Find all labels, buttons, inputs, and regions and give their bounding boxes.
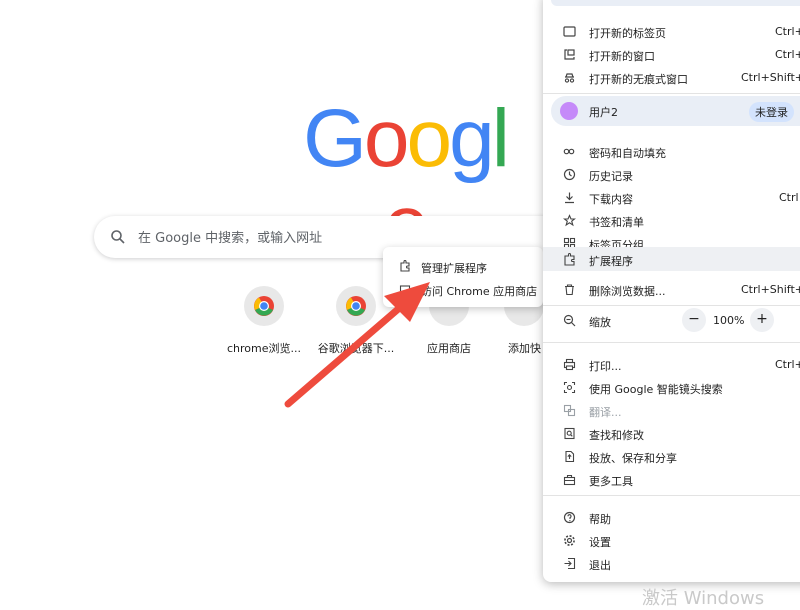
toolbox-icon	[563, 474, 576, 486]
shortcut-tile[interactable]: chrome浏览...	[219, 286, 309, 356]
menu-item-new-window[interactable]: 打开新的窗口 Ctrl+	[543, 43, 800, 66]
lens-icon	[563, 381, 576, 394]
menu-item-new-incognito[interactable]: 打开新的无痕式窗口 Ctrl+Shift+	[543, 66, 800, 89]
menu-shortcut: Ctrl+	[775, 358, 800, 371]
share-icon	[565, 450, 575, 463]
puzzle-icon	[564, 253, 575, 266]
menu-label: 密码和自动填充	[589, 147, 666, 160]
manage-extensions-item[interactable]: 管理扩展程序	[383, 256, 543, 278]
manage-extensions-label: 管理扩展程序	[421, 262, 487, 275]
menu-shortcut: Ctrl+	[775, 25, 800, 38]
chrome-menu: 打开新的标签页 Ctrl+ 打开新的窗口 Ctrl+ 打开新的无痕式窗口 Ctr…	[543, 0, 800, 582]
menu-divider	[543, 495, 800, 496]
logo-letter: o	[406, 93, 452, 184]
visit-webstore-label: 访问 Chrome 应用商店	[421, 285, 538, 298]
menu-item-extensions[interactable]: 扩展程序	[543, 247, 800, 271]
shortcut-label: 添加快	[508, 342, 541, 355]
activation-watermark: 激活 Windows	[642, 588, 765, 609]
shortcut-label: 应用商店	[427, 342, 471, 355]
menu-label: 帮助	[589, 513, 611, 526]
new-window-icon	[564, 49, 575, 60]
menu-top-strip	[551, 0, 800, 6]
menu-label: 使用 Google 智能镜头搜索	[589, 383, 723, 396]
star-icon	[563, 214, 576, 227]
menu-label: 扩展程序	[589, 255, 633, 268]
incognito-icon	[564, 73, 575, 83]
zoom-level: 100%	[713, 314, 745, 327]
shortcut-label: chrome浏览...	[226, 342, 301, 355]
menu-item-exit[interactable]: 退出	[543, 552, 800, 575]
menu-label: 书签和清单	[589, 216, 644, 229]
menu-label: 投放、保存和分享	[589, 452, 677, 465]
zoom-in-button[interactable]: +	[750, 308, 774, 332]
logo-letter: o	[363, 93, 410, 184]
search-placeholder: 在 Google 中搜索，或输入网址	[138, 231, 323, 246]
search-icon	[111, 230, 125, 244]
print-icon	[563, 358, 576, 371]
menu-label: 打开新的窗口	[589, 50, 655, 63]
menu-shortcut: Ctrl+Shift+	[741, 71, 800, 84]
chrome-icon	[244, 286, 284, 326]
menu-label: 删除浏览数据...	[589, 285, 666, 298]
menu-label: 打印...	[589, 360, 622, 373]
menu-item-history[interactable]: 历史记录	[543, 163, 800, 186]
visit-webstore-item[interactable]: 访问 Chrome 应用商店	[383, 279, 543, 301]
zoom-out-button[interactable]: −	[682, 308, 706, 332]
menu-item-lens[interactable]: 使用 Google 智能镜头搜索	[543, 376, 800, 399]
download-icon	[565, 192, 574, 204]
chrome-icon	[336, 286, 376, 326]
zoom-row: 缩放 − 100% +	[543, 308, 800, 334]
menu-item-print[interactable]: 打印... Ctrl+	[543, 353, 800, 376]
menu-item-find-edit[interactable]: 查找和修改	[543, 422, 800, 445]
menu-item-help[interactable]: 帮助	[543, 506, 800, 529]
extensions-submenu: 管理扩展程序 访问 Chrome 应用商店	[383, 247, 543, 307]
menu-label: 更多工具	[589, 475, 633, 488]
menu-label: 翻译...	[589, 406, 622, 419]
profile-row[interactable]: 用户2 未登录	[551, 96, 800, 126]
menu-shortcut: Ctrl+Shift+D	[741, 283, 800, 296]
new-tab-icon	[563, 26, 576, 37]
puzzle-icon	[400, 260, 410, 272]
help-icon	[563, 511, 576, 524]
menu-label: 查找和修改	[589, 429, 644, 442]
menu-item-cast-save-share[interactable]: 投放、保存和分享	[543, 445, 800, 468]
logo-letter: l	[491, 93, 510, 184]
key-icon	[563, 148, 575, 155]
menu-label: 打开新的无痕式窗口	[589, 73, 688, 86]
trash-icon	[565, 284, 574, 296]
exit-icon	[564, 557, 576, 570]
menu-item-translate[interactable]: 翻译...	[543, 399, 800, 422]
menu-label: 设置	[589, 536, 611, 549]
logo-letter: G	[303, 93, 367, 184]
translate-icon	[563, 404, 576, 417]
menu-label: 打开新的标签页	[589, 27, 666, 40]
menu-shortcut: Ctrl	[779, 191, 799, 204]
menu-label: 退出	[589, 559, 611, 572]
menu-item-new-tab[interactable]: 打开新的标签页 Ctrl+	[543, 20, 800, 43]
status-badge: 未登录	[749, 102, 794, 122]
menu-label: 缩放	[589, 316, 611, 329]
store-icon	[399, 285, 411, 295]
menu-item-settings[interactable]: 设置	[543, 529, 800, 552]
menu-item-passwords[interactable]: 密码和自动填充	[543, 140, 800, 163]
profile-name: 用户2	[589, 106, 618, 119]
menu-item-clear-data[interactable]: 删除浏览数据... Ctrl+Shift+D	[543, 278, 800, 301]
menu-item-more-tools[interactable]: 更多工具	[543, 468, 800, 491]
find-icon	[564, 427, 575, 440]
gear-icon	[564, 535, 575, 546]
menu-item-downloads[interactable]: 下载内容 Ctrl	[543, 186, 800, 209]
shortcut-label: 谷歌浏览器下...	[317, 342, 395, 355]
menu-divider	[543, 342, 800, 343]
menu-divider	[543, 305, 800, 306]
google-logo: Google	[290, 93, 520, 268]
menu-item-bookmarks[interactable]: 书签和清单	[543, 209, 800, 232]
menu-divider	[543, 93, 800, 94]
avatar	[560, 102, 578, 120]
zoom-icon	[563, 314, 576, 327]
menu-label: 下载内容	[589, 193, 633, 206]
logo-letter: g	[449, 93, 495, 184]
menu-shortcut: Ctrl+	[775, 48, 800, 61]
history-icon	[563, 168, 576, 181]
menu-label: 历史记录	[589, 170, 633, 183]
